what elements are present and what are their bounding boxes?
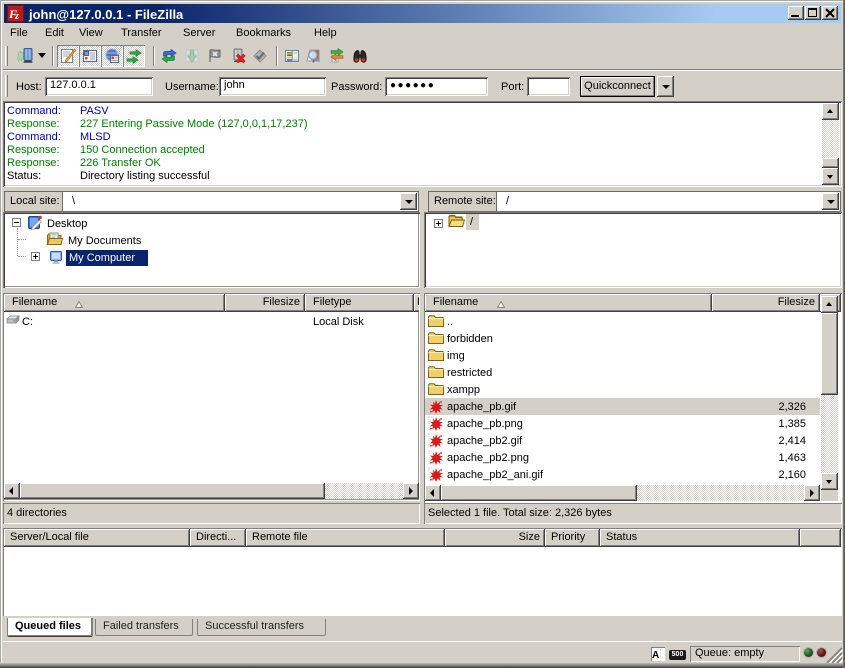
svg-text:A: A — [652, 650, 659, 660]
svg-text:z: z — [14, 11, 19, 21]
